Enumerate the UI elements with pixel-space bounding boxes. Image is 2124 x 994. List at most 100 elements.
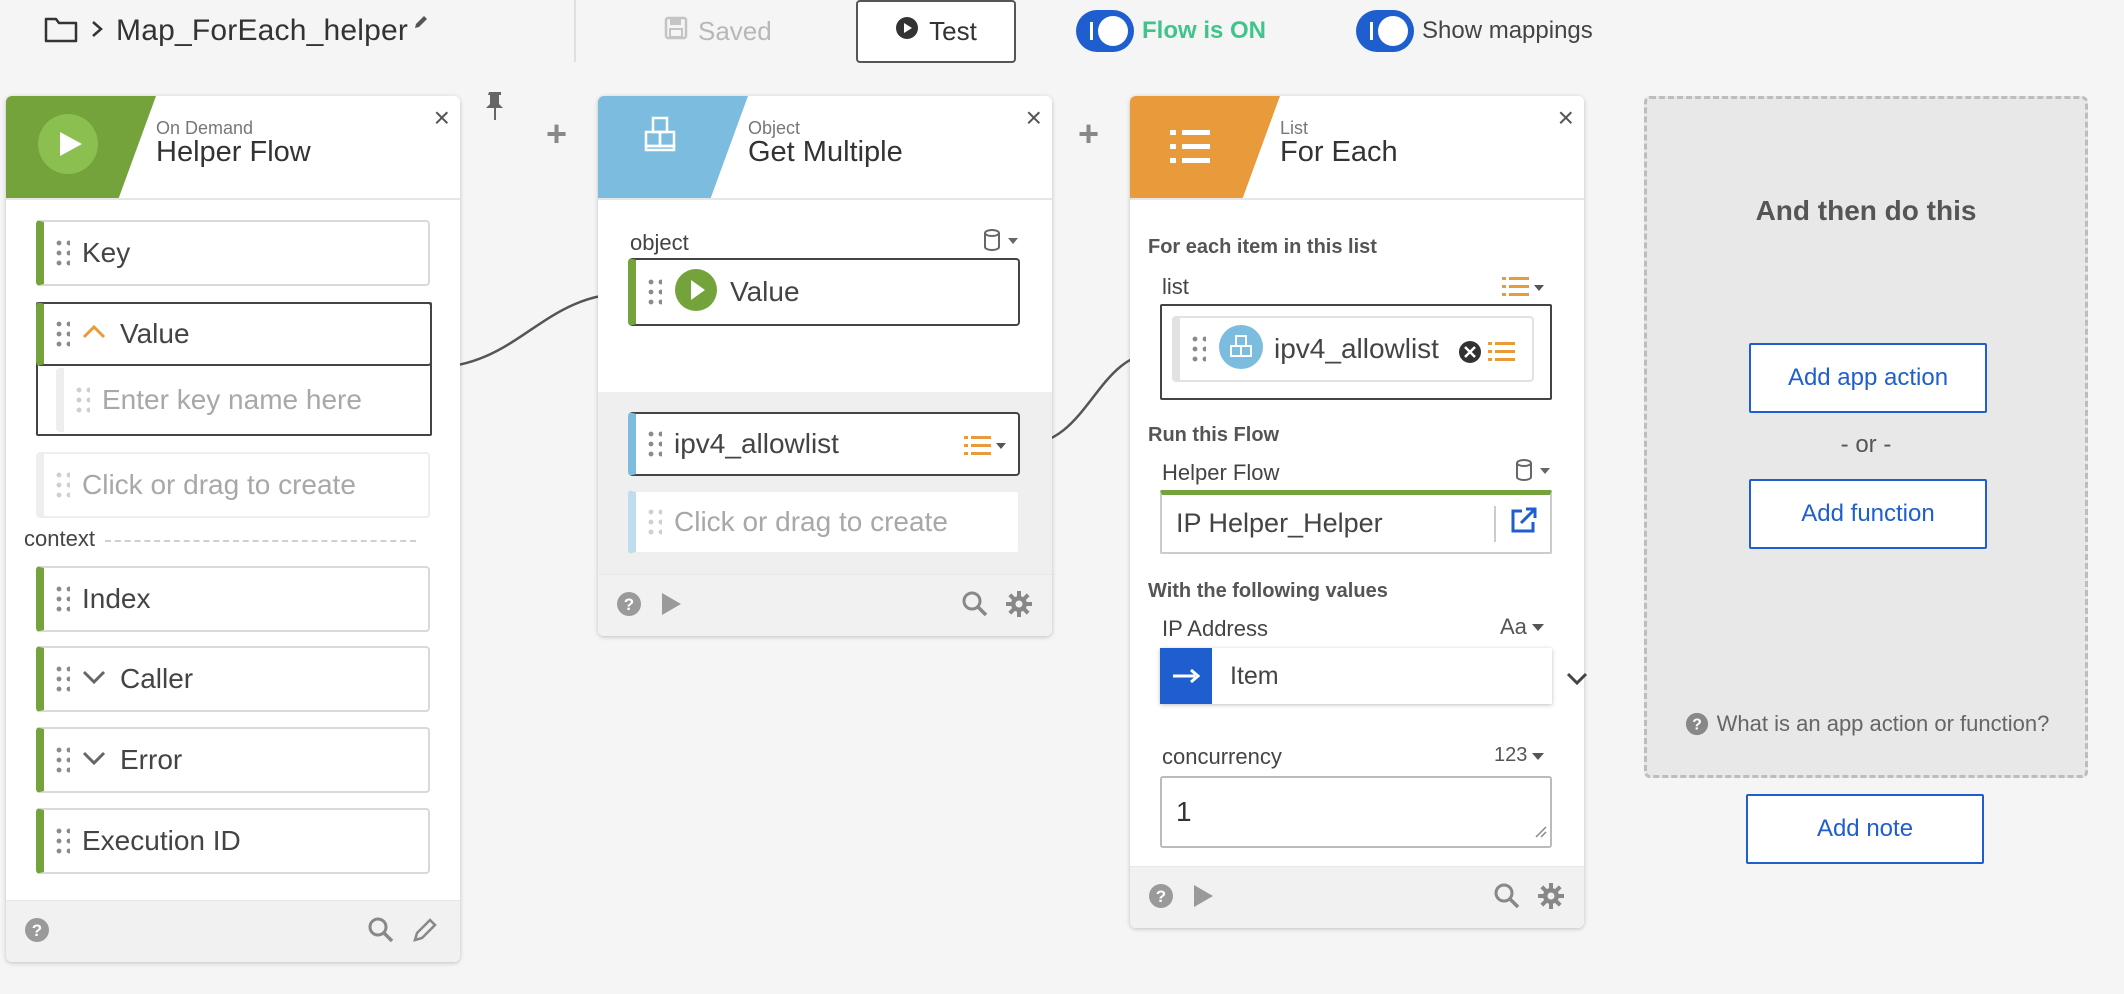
chevron-down-icon[interactable]: [82, 750, 106, 771]
trigger-tile: [6, 96, 156, 198]
card-header: List For Each ×: [1130, 96, 1584, 200]
drag-handle-icon[interactable]: [74, 385, 90, 415]
pencil-icon[interactable]: [410, 915, 440, 945]
next-step-placeholder: And then do this Add app action - or - A…: [1644, 96, 2088, 778]
help-icon[interactable]: ?: [614, 589, 644, 619]
list-type-icon[interactable]: [964, 434, 1008, 463]
add-app-action-button[interactable]: Add app action: [1749, 343, 1987, 413]
toolbar-divider: [574, 0, 576, 62]
resize-handle-icon[interactable]: [1534, 825, 1548, 844]
field-caller[interactable]: Caller: [36, 646, 430, 712]
pencil-icon[interactable]: [412, 13, 430, 36]
play-icon[interactable]: [1188, 881, 1218, 911]
field-label: Error: [120, 744, 183, 775]
caret-down-icon: [1531, 624, 1544, 631]
close-icon[interactable]: ×: [1558, 104, 1574, 132]
concurrency-input[interactable]: 1: [1160, 776, 1552, 848]
flow-name[interactable]: Map_ForEach_helper: [116, 14, 408, 48]
text-type-selector[interactable]: Aa: [1500, 614, 1545, 640]
field-index[interactable]: Index: [36, 566, 430, 632]
object-tile: [598, 96, 748, 198]
help-icon[interactable]: ?: [1146, 881, 1176, 911]
drag-handle-icon[interactable]: [646, 277, 662, 307]
drag-handle-icon[interactable]: [646, 429, 662, 459]
drag-handle-icon[interactable]: [54, 470, 70, 500]
drag-handle-icon[interactable]: [54, 584, 70, 614]
card-footer: ?: [598, 574, 1052, 636]
card-footer: ?: [1130, 866, 1584, 928]
ip-address-value: Item: [1230, 661, 1279, 690]
field-error[interactable]: Error: [36, 727, 430, 793]
drag-handle-icon[interactable]: [54, 319, 70, 349]
drag-handle-icon[interactable]: [54, 826, 70, 856]
arrow-right-icon: [1160, 648, 1212, 704]
help-icon[interactable]: ?: [22, 915, 52, 945]
values-heading: With the following values: [1148, 580, 1388, 602]
folder-icon[interactable]: [44, 15, 78, 48]
chevron-down-icon[interactable]: [82, 669, 106, 690]
test-button[interactable]: Test: [856, 0, 1016, 63]
flow-on-toggle[interactable]: Flow is ON: [1076, 10, 1266, 52]
number-type-selector[interactable]: 123: [1494, 744, 1545, 767]
drag-handle-icon[interactable]: [54, 664, 70, 694]
add-note-button[interactable]: Add note: [1746, 794, 1984, 864]
field-key[interactable]: Key: [36, 220, 430, 286]
add-step-plus-icon[interactable]: +: [546, 113, 567, 155]
ip-address-mapping[interactable]: Item: [1160, 648, 1552, 704]
list-type-icon: [1488, 340, 1516, 369]
external-link-icon[interactable]: [1508, 506, 1538, 541]
field-execution-id[interactable]: Execution ID: [36, 808, 430, 874]
search-icon[interactable]: [960, 589, 990, 619]
search-icon[interactable]: [366, 915, 396, 945]
show-mappings-switch[interactable]: [1356, 10, 1414, 52]
key-name-input[interactable]: Enter key name here: [56, 368, 428, 432]
field-value[interactable]: Value: [36, 302, 432, 366]
drag-handle-icon[interactable]: [54, 238, 70, 268]
search-icon[interactable]: [1492, 881, 1522, 911]
card-header: On Demand Helper Flow ×: [6, 96, 460, 200]
create-field-dropzone[interactable]: Click or drag to create: [36, 452, 430, 518]
object-input-value[interactable]: Value: [628, 258, 1020, 326]
data-type-selector[interactable]: [1514, 458, 1554, 487]
helper-flow-select[interactable]: IP Helper_Helper: [1160, 490, 1552, 554]
play-icon[interactable]: [656, 589, 686, 619]
play-circle-icon: [895, 16, 919, 47]
card-title: Get Multiple: [748, 136, 903, 168]
add-function-button[interactable]: Add function: [1749, 479, 1987, 549]
field-label: Key: [82, 237, 131, 268]
for-each-card: List For Each × For each item in this li…: [1130, 96, 1588, 928]
object-output[interactable]: ipv4_allowlist: [628, 412, 1020, 476]
create-output-dropzone[interactable]: Click or drag to create: [628, 490, 1020, 554]
drag-handle-icon[interactable]: [646, 507, 662, 537]
chevron-up-icon[interactable]: [82, 324, 106, 345]
drag-handle-icon[interactable]: [54, 745, 70, 775]
field-label: Caller: [120, 663, 194, 694]
dashed-rule: [104, 540, 416, 542]
close-icon[interactable]: ×: [434, 104, 450, 132]
list-label: list: [1162, 274, 1189, 299]
breadcrumb: Map_ForEach_helper: [44, 8, 430, 54]
field-label: Execution ID: [82, 825, 241, 856]
show-mappings-toggle[interactable]: Show mappings: [1356, 10, 1593, 52]
list-type-selector[interactable]: [1502, 274, 1548, 303]
floppy-disk-icon: [664, 16, 688, 47]
run-flow-heading: Run this Flow: [1148, 424, 1280, 446]
svg-text:?: ?: [1692, 717, 1702, 734]
help-link[interactable]: ? What is an app action or function?: [1667, 711, 2067, 737]
chevron-right-icon: [90, 19, 104, 44]
flow-on-switch[interactable]: [1076, 10, 1134, 52]
gear-icon[interactable]: [1536, 881, 1566, 911]
add-step-plus-icon[interactable]: +: [1078, 113, 1099, 155]
data-type-selector[interactable]: [982, 228, 1022, 257]
helper-flow-card: On Demand Helper Flow × Key Value Enter …: [6, 96, 460, 962]
chevron-down-icon[interactable]: [1566, 672, 1588, 691]
pin-icon[interactable]: [484, 90, 506, 127]
gear-icon[interactable]: [1004, 589, 1034, 619]
drag-handle-icon[interactable]: [1190, 334, 1206, 364]
card-title: Helper Flow: [156, 136, 311, 168]
create-field-label: Click or drag to create: [674, 506, 948, 537]
remove-circle-icon[interactable]: [1458, 340, 1482, 369]
close-icon[interactable]: ×: [1026, 104, 1042, 132]
list-input-value[interactable]: ipv4_allowlist: [1172, 316, 1534, 382]
for-each-heading: For each item in this list: [1148, 236, 1377, 258]
